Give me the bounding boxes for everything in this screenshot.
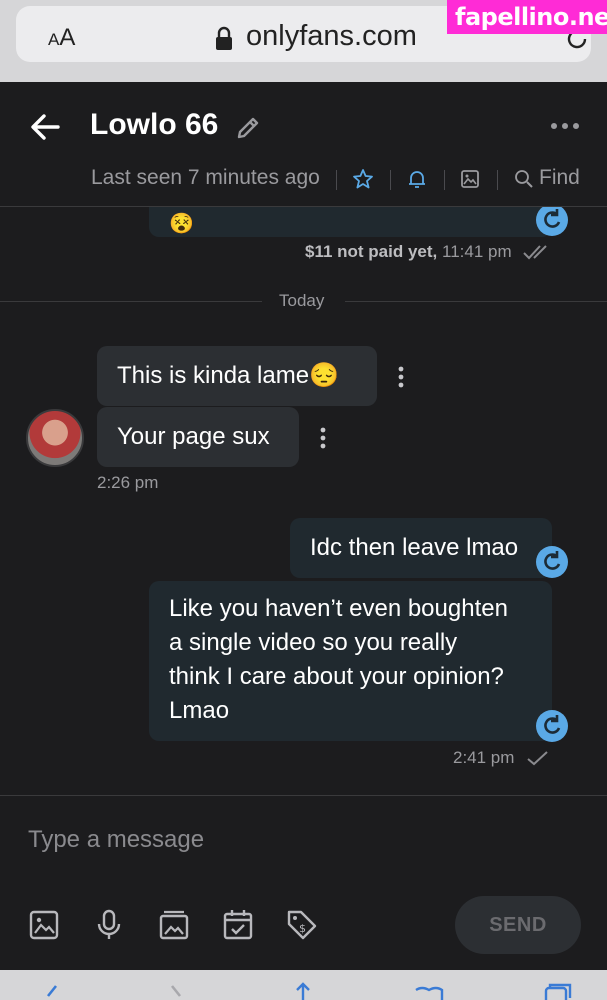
message-time: 11:41 pm	[442, 242, 512, 261]
divider-line	[345, 301, 607, 302]
watermark: fapellino.net	[447, 0, 607, 34]
chat-header: Lowlo 66 Last seen 7 minutes ago Find	[0, 82, 607, 207]
pencil-icon[interactable]	[234, 114, 262, 142]
tabs-icon[interactable]	[540, 982, 574, 1000]
payment-status: $11 not paid yet,	[305, 242, 438, 261]
double-check-icon	[523, 245, 547, 260]
message-options-icon[interactable]	[398, 366, 404, 388]
message-bubble-incoming[interactable]: Your page sux	[97, 407, 299, 467]
browser-bottom-bar	[0, 970, 607, 1000]
svg-text:$: $	[299, 922, 306, 935]
divider	[497, 170, 498, 190]
browser-toolbar: AA onlyfans.com fapellino.net	[0, 0, 607, 82]
message-list[interactable]: 😵 $11 not paid yet, 11:41 pm Today This …	[0, 207, 607, 795]
message-text: This is kinda lame😔	[117, 362, 339, 389]
divider	[444, 170, 445, 190]
forward-icon[interactable]	[160, 982, 194, 1000]
vault-icon[interactable]	[157, 908, 191, 942]
divider	[336, 170, 337, 190]
more-options-icon[interactable]	[550, 118, 580, 134]
back-arrow-icon[interactable]	[28, 110, 62, 144]
lock-icon	[216, 26, 232, 50]
resend-icon[interactable]	[536, 710, 568, 742]
back-icon[interactable]	[36, 982, 70, 1000]
divider	[390, 170, 391, 190]
message-input[interactable]	[0, 796, 607, 884]
divider-line	[0, 301, 262, 302]
message-text: Idc then leave lmao	[310, 534, 519, 561]
avatar[interactable]	[26, 409, 84, 467]
message-bubble-outgoing[interactable]: Like you haven’t even boughten a single …	[149, 581, 552, 741]
message-options-icon[interactable]	[320, 427, 326, 449]
star-icon[interactable]	[352, 168, 374, 190]
share-icon[interactable]	[286, 982, 320, 1000]
emoji-face-icon: 😵	[169, 213, 194, 235]
message-text: Like you haven’t even boughten a single …	[169, 595, 508, 724]
microphone-icon[interactable]	[92, 908, 126, 942]
gallery-icon[interactable]	[459, 168, 481, 190]
message-bubble-incoming[interactable]: This is kinda lame😔	[97, 346, 377, 406]
message-bubble-outgoing[interactable]: 😵	[149, 207, 552, 237]
price-tag-icon[interactable]: $	[285, 908, 319, 942]
image-icon[interactable]	[27, 908, 61, 942]
message-time: 2:41 pm	[453, 748, 515, 767]
check-icon	[527, 751, 548, 766]
message-time: 2:26 pm	[97, 473, 159, 492]
message-composer: $ SEND	[0, 795, 607, 970]
send-button[interactable]: SEND	[455, 896, 581, 954]
bell-icon[interactable]	[406, 168, 428, 190]
calendar-check-icon[interactable]	[221, 908, 255, 942]
text-size-button[interactable]: AA	[48, 24, 75, 52]
last-seen-text: Last seen 7 minutes ago	[91, 166, 320, 189]
contact-name: Lowlo 66	[90, 108, 219, 141]
bookmarks-icon[interactable]	[412, 982, 446, 1000]
date-divider-label: Today	[279, 291, 325, 310]
resend-icon[interactable]	[536, 207, 568, 236]
url-text[interactable]: onlyfans.com	[246, 20, 417, 53]
search-icon[interactable]	[513, 168, 535, 190]
status-row: Last seen 7 minutes ago Find	[0, 164, 607, 196]
message-text: Your page sux	[117, 423, 270, 450]
message-bubble-outgoing[interactable]: Idc then leave lmao	[290, 518, 552, 578]
message-meta: $11 not paid yet, 11:41 pm	[305, 242, 512, 262]
resend-icon[interactable]	[536, 546, 568, 578]
find-button[interactable]: Find	[539, 166, 580, 190]
